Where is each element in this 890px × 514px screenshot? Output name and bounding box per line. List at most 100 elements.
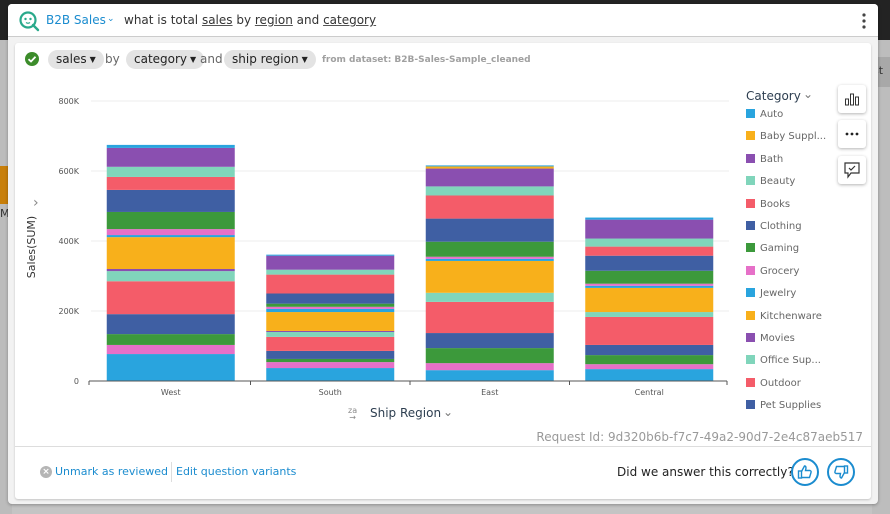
bar-segment — [106, 211, 235, 230]
bar-segment — [266, 330, 395, 332]
legend-item[interactable]: Kitchenware — [746, 310, 822, 324]
legend-label: Jewelry — [760, 288, 797, 300]
question-text: what is total — [124, 13, 202, 27]
legend-item[interactable]: Office Sup... — [746, 354, 821, 368]
legend-swatch — [746, 221, 755, 230]
bar-segment — [266, 350, 395, 359]
legend-swatch — [746, 288, 755, 298]
bar-segment — [266, 336, 395, 351]
thumbs-down-icon — [834, 465, 849, 479]
bar-segment — [585, 369, 714, 381]
legend-label: Books — [760, 198, 791, 210]
ellipsis-icon — [845, 132, 859, 136]
bar-segment — [106, 237, 235, 269]
review-feedback-button[interactable] — [838, 156, 866, 184]
x-tick-label: Central — [635, 388, 664, 397]
bar-segment — [266, 368, 395, 381]
thumbs-down-button[interactable] — [827, 458, 855, 486]
y-tick-label: 0 — [74, 377, 79, 386]
legend-item[interactable]: Grocery — [746, 265, 799, 279]
more-options-icon[interactable] — [858, 12, 870, 30]
request-id: Request Id: 9d320b6b-f7c7-49a2-90d7-2e4c… — [536, 430, 863, 444]
bar-segment — [425, 168, 554, 187]
footer-divider — [15, 446, 871, 447]
legend-item[interactable]: Clothing — [746, 220, 802, 234]
question-input[interactable]: what is total sales by region and catego… — [124, 13, 376, 27]
legend-item[interactable]: Beauty — [746, 175, 795, 189]
legend-swatch — [746, 176, 755, 186]
edit-question-variants-link[interactable]: Edit question variants — [176, 465, 296, 478]
more-actions-button[interactable] — [838, 120, 866, 148]
bar-segment — [106, 235, 235, 238]
legend-label: Outdoor — [760, 377, 801, 389]
bar-segment — [266, 308, 395, 313]
bar-segment — [425, 333, 554, 349]
legend-label: Movies — [760, 333, 795, 344]
bar-segment — [266, 332, 395, 337]
stacked-bar-chart: 0 200K 400K 600K 800K Sales(SUM) West South East… — [25, 97, 729, 397]
legend-swatch — [746, 265, 755, 275]
legend-swatch — [746, 109, 755, 118]
bar-segment — [106, 144, 235, 148]
legend-item[interactable]: Pet Supplies — [746, 399, 821, 413]
legend-item[interactable]: Movies — [746, 332, 795, 346]
bar-segment — [585, 285, 714, 288]
bar-segment — [106, 314, 235, 335]
legend-item[interactable]: Auto — [746, 108, 783, 122]
bar-segment — [266, 254, 395, 256]
legend-item[interactable]: Baby Suppl... — [746, 130, 826, 144]
topic-selector[interactable]: B2B Sales — [46, 13, 106, 27]
chevron-down-icon[interactable]: ⌄ — [107, 14, 115, 24]
bar-segment — [266, 255, 395, 270]
chevron-down-icon[interactable]: ⌄ — [443, 405, 453, 419]
chevron-right-icon[interactable]: › — [33, 195, 39, 211]
bar-segment — [266, 306, 395, 309]
bar-segment — [106, 281, 235, 315]
legend-swatch — [746, 333, 755, 342]
legend-swatch — [746, 400, 755, 410]
comment-check-icon — [844, 162, 860, 179]
legend-item[interactable]: Jewelry — [746, 287, 796, 301]
bar-segment — [266, 274, 395, 294]
unmark-reviewed-link[interactable]: Unmark as reviewed — [55, 465, 168, 478]
bar-segment — [106, 229, 235, 236]
legend-item[interactable]: Books — [746, 198, 790, 212]
legend-item[interactable]: Outdoor — [746, 377, 801, 391]
bar-chart-icon — [845, 93, 859, 106]
y-tick-label: 800K — [58, 97, 79, 106]
y-tick-label: 200K — [58, 307, 79, 316]
sort-za-icon[interactable]: za → — [348, 407, 357, 422]
chevron-down-icon[interactable]: ⌄ — [803, 87, 813, 101]
bar-segment — [585, 355, 714, 365]
x-axis-title[interactable]: Ship Region — [370, 406, 441, 420]
bar-segment — [585, 283, 714, 286]
bar-segment — [585, 312, 714, 317]
thumbs-up-button[interactable] — [791, 458, 819, 486]
bar-segment — [425, 195, 554, 219]
bar-segment — [425, 301, 554, 334]
bar-segment — [425, 218, 554, 242]
visual-type-button[interactable] — [838, 85, 866, 113]
bar-segment — [585, 364, 714, 370]
bar-segment — [425, 166, 554, 169]
legend-swatch — [746, 153, 755, 163]
bar-segment — [106, 269, 235, 272]
bar-segment — [266, 293, 395, 304]
legend-swatch — [746, 131, 755, 141]
bar-segment — [425, 258, 554, 261]
legend-label: Bath — [760, 153, 784, 165]
legend-item[interactable]: Gaming — [746, 242, 799, 256]
legend-item[interactable]: Bath — [746, 153, 783, 167]
question-keyword[interactable]: region — [255, 13, 293, 27]
question-bar: B2B Sales ⌄ what is total sales by regio… — [8, 4, 878, 37]
legend-label: Baby Suppl... — [760, 131, 827, 143]
question-keyword[interactable]: sales — [202, 13, 233, 27]
legend-label: Beauty — [760, 176, 796, 188]
question-keyword[interactable]: category — [323, 13, 376, 27]
bar-segment — [425, 370, 554, 381]
close-circle-icon[interactable]: × — [40, 466, 52, 478]
bar-segment — [585, 287, 714, 313]
bar-segment — [425, 165, 554, 167]
legend-title[interactable]: Category — [746, 89, 801, 103]
bar-segment — [266, 312, 395, 331]
